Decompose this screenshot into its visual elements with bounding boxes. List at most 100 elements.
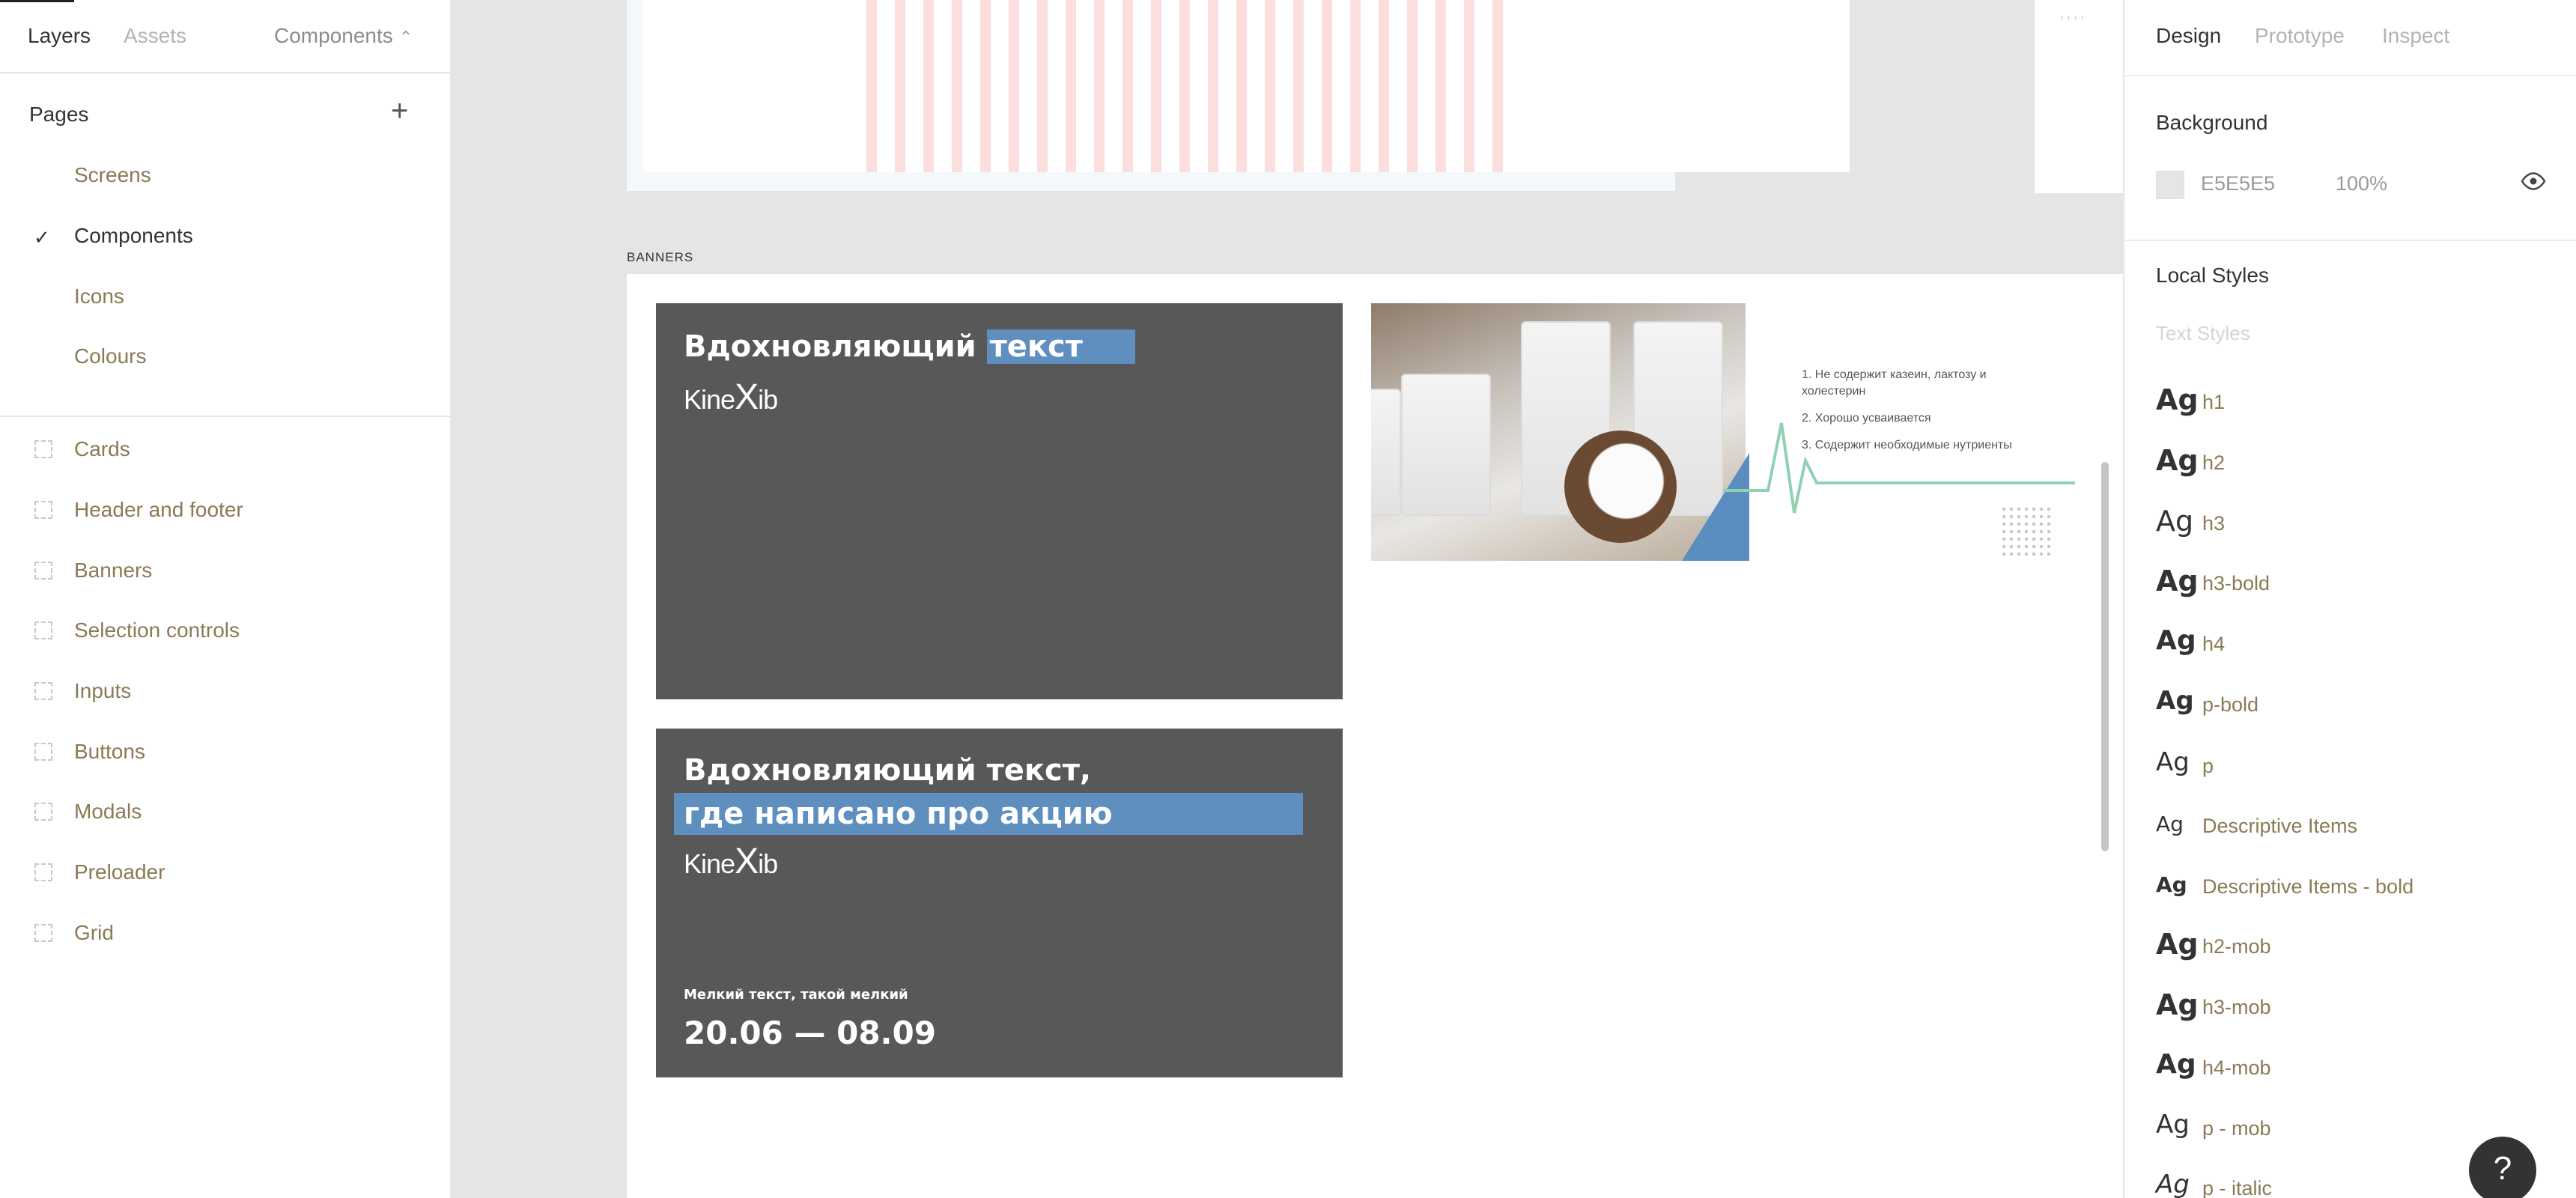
text-style-h2[interactable]: Ag h2 xyxy=(2156,444,2560,489)
canvas-scrollbar[interactable] xyxy=(2101,462,2109,851)
banner-1[interactable]: Вдохновляющий текст KineXib xyxy=(656,303,1343,699)
text-style-descriptive-items[interactable]: Ag Descriptive Items xyxy=(2156,807,2560,852)
background-opacity-field[interactable]: 100% xyxy=(2336,172,2387,195)
tab-assets[interactable]: Assets xyxy=(124,24,186,48)
layer-item-header-and-footer[interactable]: Header and footer xyxy=(0,486,452,531)
layer-item-modals[interactable]: Modals xyxy=(0,788,452,833)
style-preview: Ag xyxy=(2156,383,2199,416)
frame-icon xyxy=(34,743,52,761)
list-item: 1. Не содержит казеин, лактозу и холесте… xyxy=(1802,368,1987,398)
page-item-components[interactable]: Components xyxy=(74,224,193,248)
layer-label: Modals xyxy=(74,800,142,823)
layer-item-selection-controls[interactable]: Selection controls xyxy=(0,606,452,651)
background-hex-field[interactable]: E5E5E5 xyxy=(2201,172,2275,195)
help-button[interactable]: ? xyxy=(2469,1137,2536,1198)
layer-label: Buttons xyxy=(74,740,145,763)
layer-item-buttons[interactable]: Buttons xyxy=(0,728,452,773)
background-color-swatch[interactable] xyxy=(2156,171,2184,199)
layer-item-banners[interactable]: Banners xyxy=(0,547,452,592)
eye-icon[interactable] xyxy=(2520,168,2547,195)
page-item-colours[interactable]: Colours xyxy=(74,344,146,368)
pages-heading: Pages xyxy=(29,103,89,126)
banner-milk[interactable]: 1. Не содержит казеин, лактозу и холесте… xyxy=(1371,303,2096,561)
style-preview: Ag xyxy=(2156,928,2199,961)
style-preview: Ag xyxy=(2156,1110,2190,1140)
style-name: h4 xyxy=(2202,633,2226,655)
logo-x: X xyxy=(735,377,759,417)
text-style-h4[interactable]: Ag h4 xyxy=(2156,625,2560,670)
banner-headline: Вдохновляющий текст xyxy=(684,326,1135,368)
chevron-up-icon: ⌃ xyxy=(398,28,413,46)
style-preview: Ag xyxy=(2156,1170,2190,1198)
list-item: 2. Хорошо усваивается xyxy=(1802,412,1931,425)
banner-small-text: Мелкий текст, такой мелкий xyxy=(684,987,908,1003)
checkmark-icon: ✓ xyxy=(34,226,50,249)
layer-label: Selection controls xyxy=(74,618,240,642)
layer-label: Preloader xyxy=(74,860,165,884)
logo-right: ib xyxy=(758,848,778,879)
tab-layers[interactable]: Layers xyxy=(28,24,91,48)
layer-item-cards[interactable]: Cards xyxy=(0,425,452,470)
layer-item-grid[interactable]: Grid xyxy=(0,909,452,954)
text-style-h3-bold[interactable]: Ag h3-bold xyxy=(2156,565,2560,609)
coconut-image xyxy=(1564,431,1677,543)
layers-panel: Layers Assets Components ⌃ Pages + Screen… xyxy=(0,0,452,1198)
style-preview: Ag xyxy=(2156,686,2194,716)
tab-prototype[interactable]: Prototype xyxy=(2255,24,2345,48)
logo-left: Kine xyxy=(684,848,735,879)
text-style-h3[interactable]: Ag h3 xyxy=(2156,505,2560,550)
banner-date: 20.06 — 08.09 xyxy=(684,1015,936,1051)
text-styles-heading: Text Styles xyxy=(2156,322,2250,344)
style-preview: Ag xyxy=(2156,1049,2196,1080)
text-style-descriptive-items-bold[interactable]: Ag Descriptive Items - bold xyxy=(2156,868,2560,913)
tab-design[interactable]: Design xyxy=(2156,24,2221,48)
frame-top-right[interactable]: '''' xyxy=(2035,0,2123,193)
headline-highlight: текст xyxy=(986,329,1135,364)
divider xyxy=(2124,75,2576,76)
divider xyxy=(2124,240,2576,241)
kinexib-logo: KineXib xyxy=(684,841,778,882)
page-item-icons[interactable]: Icons xyxy=(74,285,124,308)
style-name: Descriptive Items - bold xyxy=(2202,875,2414,898)
ruler-ticks: '''' xyxy=(2061,15,2089,28)
logo-left: Kine xyxy=(684,384,735,415)
text-style-p-bold[interactable]: Ag p-bold xyxy=(2156,686,2560,731)
frame-label-banners[interactable]: BANNERS xyxy=(627,250,693,265)
page-switcher-label: Components xyxy=(274,24,393,47)
glass-image xyxy=(1371,389,1401,516)
text-style-p[interactable]: Ag p xyxy=(2156,747,2560,792)
style-preview: Ag xyxy=(2156,747,2190,777)
frame-icon xyxy=(34,440,52,458)
layer-item-preloader[interactable]: Preloader xyxy=(0,848,452,893)
background-heading: Background xyxy=(2156,111,2268,134)
banner-2[interactable]: Вдохновляющий текст, где написано про ак… xyxy=(656,729,1343,1077)
page-switcher[interactable]: Components ⌃ xyxy=(274,24,413,48)
tab-inspect[interactable]: Inspect xyxy=(2382,24,2449,48)
style-preview: Ag xyxy=(2156,812,2184,836)
style-preview: Ag xyxy=(2156,872,2187,897)
kinexib-logo: KineXib xyxy=(684,377,778,418)
style-preview: Ag xyxy=(2156,988,2199,1021)
layer-item-inputs[interactable]: Inputs xyxy=(0,667,452,712)
page-item-screens[interactable]: Screens xyxy=(74,163,151,187)
local-styles-heading: Local Styles xyxy=(2156,264,2269,287)
text-style-h2-mob[interactable]: Ag h2-mob xyxy=(2156,928,2560,973)
style-name: p - mob xyxy=(2202,1117,2271,1140)
frame-icon xyxy=(34,803,52,821)
glass-image xyxy=(1401,374,1491,516)
style-name: h3-bold xyxy=(2202,572,2270,595)
divider xyxy=(0,416,452,417)
milk-benefits-list: 1. Не содержит казеин, лактозу и холесте… xyxy=(1802,367,2049,464)
text-style-h4-mob[interactable]: Ag h4-mob xyxy=(2156,1049,2560,1094)
canvas[interactable]: '''' BANNERS Вдохновляющий текст KineXib… xyxy=(453,0,2123,1198)
frame-icon xyxy=(34,562,52,580)
text-style-h3-mob[interactable]: Ag h3-mob xyxy=(2156,988,2560,1033)
frame-icon xyxy=(34,501,52,519)
style-preview: Ag xyxy=(2156,565,2199,598)
logo-x: X xyxy=(735,842,759,881)
style-name: h2-mob xyxy=(2202,935,2271,958)
plus-icon[interactable]: + xyxy=(391,96,408,126)
text-style-h1[interactable]: Ag h1 xyxy=(2156,383,2560,428)
banner-headline-line1: Вдохновляющий текст, xyxy=(684,753,1092,788)
grid-columns-overlay xyxy=(866,0,1518,172)
